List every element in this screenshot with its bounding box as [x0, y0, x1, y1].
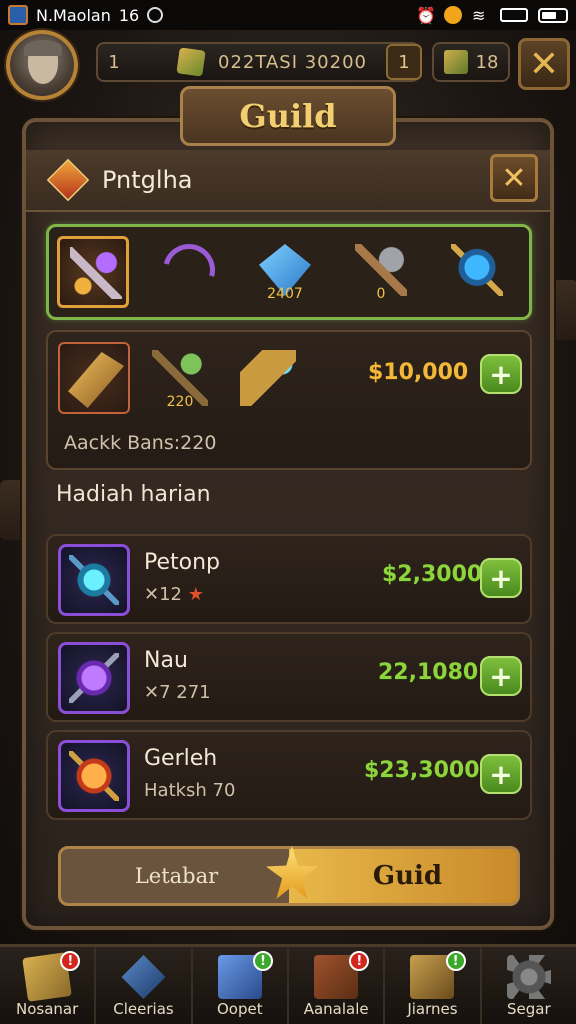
- gem-icon: [451, 244, 503, 296]
- shield-icon: [147, 7, 164, 23]
- featured-subtitle: Aackk Bans:220: [64, 432, 217, 454]
- notification-badge: !: [252, 951, 273, 971]
- currency-total: 022TASI 30200: [218, 51, 367, 73]
- featured-slot-cannon[interactable]: [232, 342, 304, 414]
- item-slot-gem[interactable]: [441, 236, 513, 308]
- featured-add-button[interactable]: +: [480, 354, 522, 394]
- nav-item-aanalale[interactable]: ! Aanalale: [289, 947, 386, 1024]
- item-name: Petonp: [144, 550, 221, 575]
- notification-badge: !: [445, 951, 466, 971]
- currency-bar: 1 022TASI 30200: [96, 42, 420, 82]
- featured-slot-staff[interactable]: 220: [144, 342, 216, 414]
- item-price: $2,3000: [382, 562, 483, 587]
- item-price: $23,3000: [364, 758, 480, 783]
- add-button[interactable]: +: [480, 558, 522, 598]
- item-meta: ✕7 271: [144, 682, 211, 703]
- nav-item-jiarnes[interactable]: ! Jiarnes: [385, 947, 482, 1024]
- nav-label: Jiarnes: [407, 1000, 458, 1018]
- nav-label: Oopet: [217, 1000, 263, 1018]
- item-count: 2407: [267, 286, 303, 302]
- item-name: Gerleh: [144, 746, 218, 771]
- item-name: Nau: [144, 648, 188, 673]
- sword-icon: [70, 247, 122, 299]
- item-slot-bow[interactable]: [153, 234, 225, 308]
- guild-name: Pntglha: [102, 166, 193, 194]
- notification-badge: !: [60, 951, 81, 971]
- add-button[interactable]: +: [480, 754, 522, 794]
- guild-header: Pntglha: [26, 150, 550, 212]
- add-button[interactable]: +: [480, 656, 522, 696]
- avatar[interactable]: [6, 30, 78, 100]
- featured-offer: 220 $10,000 + Aackk Bans:220: [46, 330, 532, 470]
- leaderboard-button[interactable]: Letabar: [61, 849, 292, 903]
- nav-item-nosanar[interactable]: ! Nosanar: [0, 947, 97, 1024]
- nav-item-segar[interactable]: Segar: [482, 947, 576, 1024]
- nav-label: Nosanar: [16, 1000, 79, 1018]
- guild-emblem-icon: [46, 158, 90, 202]
- nav-label: Segar: [506, 1000, 551, 1018]
- nav-item-oopet[interactable]: ! Oopet: [193, 947, 289, 1024]
- bow-icon: [153, 234, 225, 306]
- wifi-icon: ≋: [472, 6, 486, 25]
- item-frame: [58, 740, 130, 812]
- app-icon: [8, 5, 28, 25]
- item-frame: [58, 642, 130, 714]
- item-meta: ✕12 ★: [144, 584, 204, 605]
- item-slot-sword[interactable]: [57, 236, 129, 308]
- fire-orb-icon: [69, 751, 119, 801]
- item-price: 22,1080: [378, 660, 479, 685]
- nav-item-cleerias[interactable]: Cleerias: [96, 947, 193, 1024]
- equipment-row: 2407 0: [46, 224, 532, 320]
- level-left: 1: [108, 51, 120, 73]
- featured-price: $10,000: [368, 360, 469, 385]
- purple-gem-icon: [69, 653, 119, 703]
- item-count: 0: [376, 286, 386, 302]
- orb-icon: [69, 555, 119, 605]
- crystal-icon: [121, 955, 166, 999]
- featured-slot-count: 220: [166, 394, 194, 410]
- carrier-text: N.Maolan: [36, 5, 111, 25]
- gear-icon: [506, 955, 551, 999]
- item-meta: Hatksh 70: [144, 780, 236, 801]
- panel-title: Guild: [180, 86, 396, 146]
- list-item[interactable]: Nau ✕7 271 22,1080 +: [46, 632, 532, 722]
- close-panel-button[interactable]: ✕: [490, 154, 538, 202]
- nav-label: Cleerias: [113, 1000, 174, 1018]
- battery-icon: [538, 7, 568, 23]
- section-title: Hadiah harian: [56, 482, 211, 507]
- list-item[interactable]: Petonp ✕12 ★ $2,3000 +: [46, 534, 532, 624]
- secondary-currency: 18: [432, 42, 510, 82]
- signal-text: 16: [118, 5, 140, 25]
- battery-outline-icon: [500, 8, 528, 22]
- nav-label: Aanalale: [303, 1000, 369, 1018]
- drill-icon: [68, 352, 124, 408]
- list-item[interactable]: Gerleh Hatksh 70 $23,3000 +: [46, 730, 532, 820]
- coin-icon: [444, 6, 462, 24]
- item-frame: [58, 544, 130, 616]
- notification-badge: !: [349, 951, 370, 971]
- bottom-nav: ! Nosanar Cleerias ! Oopet ! Aanalale ! …: [0, 944, 576, 1024]
- guild-button[interactable]: Guid: [292, 849, 517, 903]
- featured-slot-drill[interactable]: [58, 342, 130, 414]
- resource-icon: [176, 47, 206, 77]
- level-badge[interactable]: 1: [386, 44, 422, 80]
- alarm-icon: ⏰: [416, 6, 436, 25]
- chest-icon: [443, 50, 468, 74]
- cannon-icon: [240, 350, 296, 406]
- close-icon[interactable]: ✕: [518, 38, 570, 90]
- item-slot-hammer[interactable]: 0: [345, 236, 417, 308]
- item-slot-crystal[interactable]: 2407: [249, 236, 321, 308]
- status-bar: N.Maolan 16 ⏰ ≋: [0, 0, 576, 30]
- secondary-currency-value: 18: [475, 51, 499, 73]
